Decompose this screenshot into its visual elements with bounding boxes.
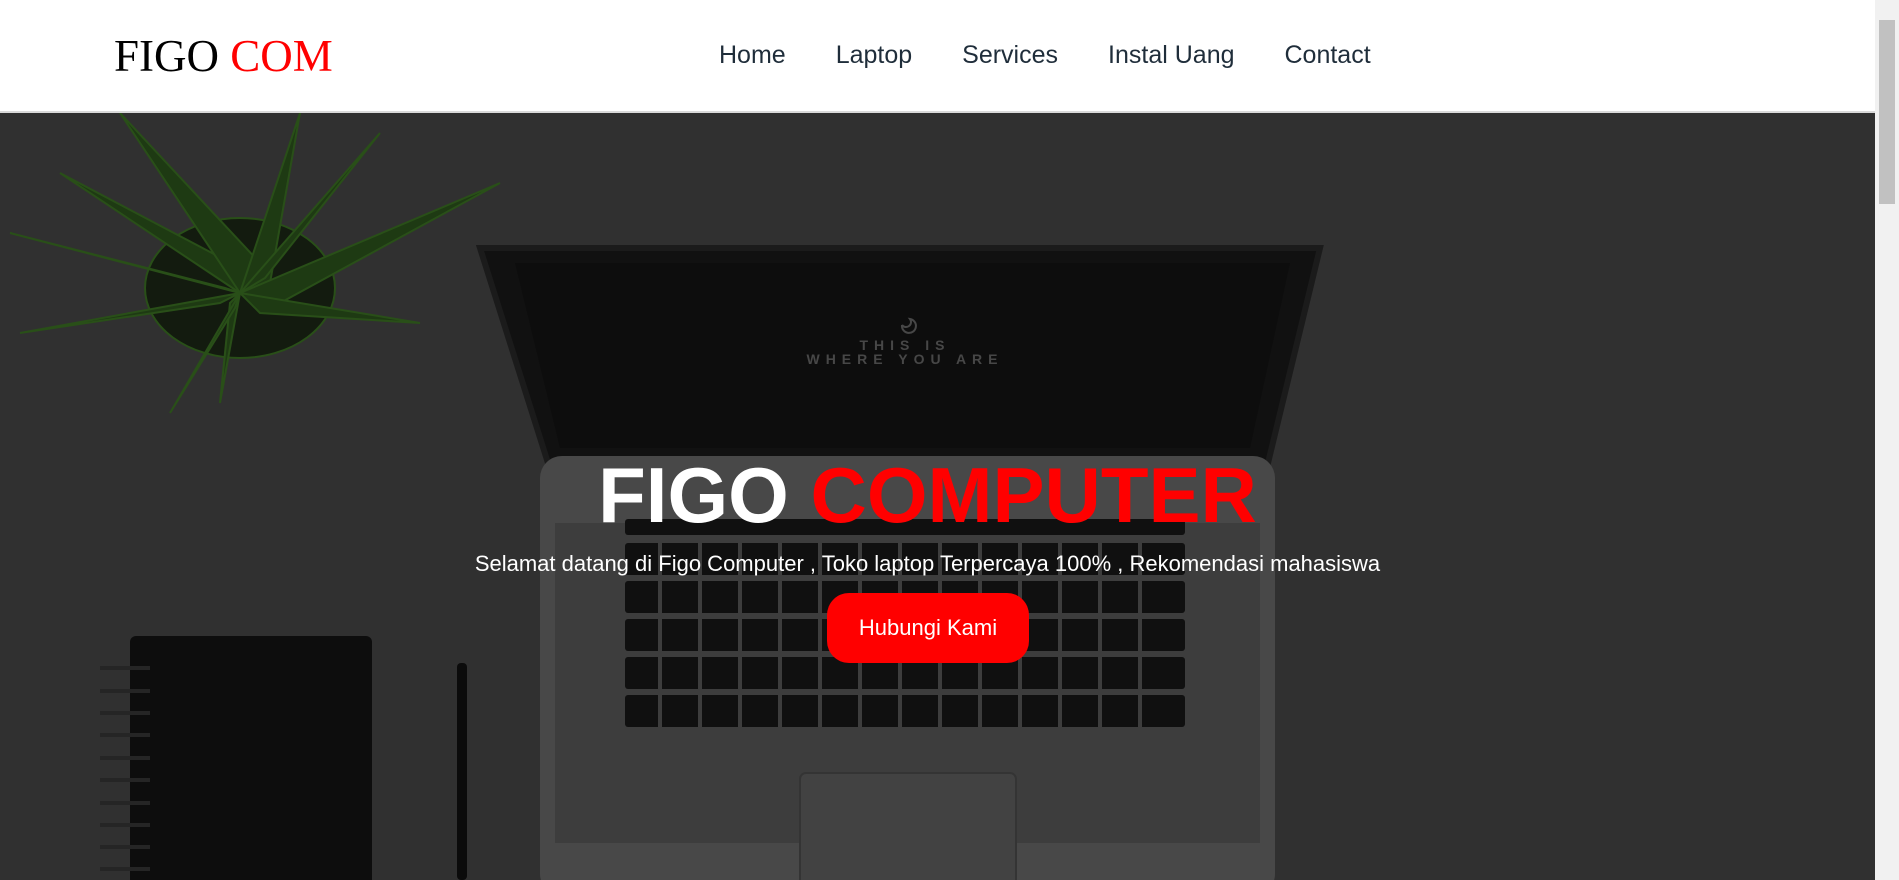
scrollbar-thumb[interactable] — [1879, 20, 1895, 204]
hero-title-part2: COMPUTER — [810, 451, 1257, 539]
nav-laptop[interactable]: Laptop — [836, 38, 912, 72]
nav-home[interactable]: Home — [719, 38, 786, 72]
brand-logo-part2: COM — [230, 31, 333, 81]
nav-instal-uang[interactable]: Instal Uang — [1108, 38, 1234, 72]
main-menu: Home Laptop Services Instal Uang Contact — [719, 38, 1371, 72]
brand-logo[interactable]: FIGO COM — [114, 30, 333, 82]
hero-section: THIS IS WHERE YOU ARE FIGO COMPUTER Sela… — [0, 113, 1875, 880]
contact-us-button[interactable]: Hubungi Kami — [827, 593, 1029, 663]
nav-contact[interactable]: Contact — [1285, 38, 1371, 72]
page-scrollbar[interactable] — [1875, 0, 1899, 880]
hero-subtitle: Selamat datang di Figo Computer , Toko l… — [474, 551, 1381, 576]
hero-title: FIGO COMPUTER — [0, 450, 1855, 540]
navbar: FIGO COM Home Laptop Services Instal Uan… — [0, 0, 1875, 113]
brand-logo-part1: FIGO — [114, 31, 220, 81]
nav-services[interactable]: Services — [962, 38, 1058, 72]
hero-title-part1: FIGO — [598, 451, 789, 539]
